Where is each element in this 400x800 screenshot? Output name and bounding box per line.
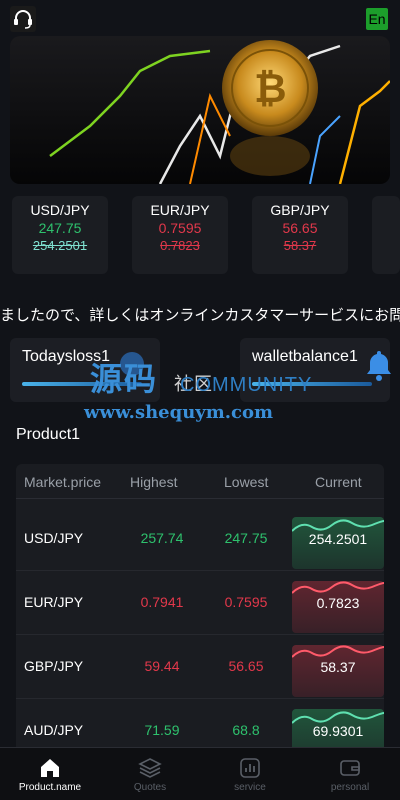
tab-quotes-label: Quotes (133, 782, 167, 793)
notice-marquee: ましたので、詳しくはオンラインカスタマーサービスにお問い合わせください。 (0, 304, 400, 330)
ticker-price: 56.65 (282, 220, 318, 236)
notice-text: ましたので、詳しくはオンラインカスタマーサービスにお問い合わせください。 (0, 307, 400, 324)
table-row[interactable]: EUR/JPY 0.7941 0.7595 0.7823 (16, 571, 384, 635)
tab-product-label: Product.name (18, 782, 82, 793)
tab-service[interactable]: service (200, 748, 300, 800)
ticker-card[interactable]: USD/JPY 247.75 254.2501 (12, 196, 108, 274)
row-highest: 257.74 (140, 530, 184, 546)
banner-image: ₿ (10, 36, 390, 184)
bar-chart-icon (240, 758, 260, 778)
row-lowest: 247.75 (224, 530, 268, 546)
ticker-prev-price: 58.37 (283, 238, 317, 253)
section-title: Product1 (16, 426, 81, 443)
tab-quotes[interactable]: Quotes (100, 748, 200, 800)
ticker-prev-price: 0.7823 (160, 238, 200, 253)
tab-product[interactable]: Product.name (0, 748, 100, 800)
ticker-pair: GBP/JPY (270, 202, 330, 218)
ticker-card[interactable]: GBP/JPY 56.65 58.37 (252, 196, 348, 274)
wallet-icon (340, 760, 360, 776)
table-header: Market.price Highest Lowest Current (16, 464, 384, 499)
row-current-value: 69.9301 (312, 723, 364, 739)
wallet-balance-bar (252, 382, 372, 386)
ticker-price: 0.7595 (158, 220, 202, 236)
table-row[interactable]: GBP/JPY 59.44 56.65 58.37 (16, 635, 384, 699)
row-current-value: 254.2501 (308, 531, 368, 547)
ticker-price: 247.75 (38, 220, 82, 236)
row-current-value: 58.37 (320, 659, 356, 675)
tab-service-label: service (234, 782, 266, 793)
tab-personal-label: personal (330, 782, 370, 793)
language-button[interactable]: En (366, 8, 388, 30)
col-market: Market.price (24, 474, 102, 490)
row-highest: 59.44 (144, 658, 180, 674)
today-loss-bar (22, 382, 142, 386)
row-highest: 0.7941 (140, 594, 184, 610)
today-loss-label: Todaysloss1 (22, 348, 111, 365)
table-row[interactable]: USD/JPY 257.74 247.75 254.2501 (16, 507, 384, 571)
row-pair: GBP/JPY (24, 658, 84, 674)
row-pair: EUR/JPY (24, 594, 84, 610)
watermark-url: www.shequym.com (84, 402, 274, 423)
col-highest: Highest (130, 474, 178, 490)
row-pair: USD/JPY (24, 530, 84, 546)
ticker-pair: USD/JPY (30, 202, 90, 218)
ticker-cards: USD/JPY 247.75 254.2501 EUR/JPY 0.7595 0… (0, 196, 400, 276)
layers-icon (138, 758, 162, 778)
headset-icon[interactable] (10, 6, 36, 32)
row-lowest: 0.7595 (224, 594, 268, 610)
home-icon (41, 759, 59, 777)
ticker-prev-price: 254.2501 (32, 238, 88, 253)
row-current-value: 0.7823 (316, 595, 360, 611)
product-table: Market.price Highest Lowest Current USD/… (16, 464, 384, 764)
ticker-card[interactable]: EUR/JPY 0.7595 0.7823 (132, 196, 228, 274)
row-current: 254.2501 (292, 517, 384, 569)
row-lowest: 56.65 (228, 658, 264, 674)
chart-icon (120, 352, 144, 376)
wallet-balance-card[interactable]: walletbalance1 (240, 338, 391, 402)
ticker-card-partial[interactable] (372, 196, 400, 274)
ticker-pair: EUR/JPY (150, 202, 210, 218)
wallet-balance-label: walletbalance1 (252, 348, 358, 365)
bottom-tab-bar: Product.name Quotes service personal (0, 747, 400, 800)
today-loss-card[interactable]: Todaysloss1 (10, 338, 160, 402)
row-current: 0.7823 (292, 581, 384, 633)
tab-personal[interactable]: personal (300, 748, 400, 800)
row-current: 58.37 (292, 645, 384, 697)
col-current: Current (315, 474, 362, 490)
svg-text:₿: ₿ (254, 66, 287, 112)
bell-icon (367, 351, 391, 381)
top-bar: En (0, 0, 400, 36)
col-lowest: Lowest (224, 474, 269, 490)
